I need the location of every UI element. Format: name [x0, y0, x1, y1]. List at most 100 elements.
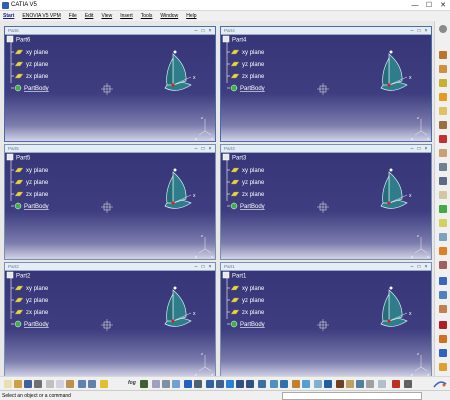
tree-plane-item[interactable]: yz plane — [242, 298, 265, 304]
3d-viewport[interactable]: Part2 xy plane yz plane zx plane PartBody x z x… — [5, 271, 215, 377]
tree-plane-item[interactable]: zx plane — [242, 310, 265, 316]
power-input-field[interactable] — [282, 392, 422, 400]
part-window[interactable]: Part1 – □ × Part1 xy plane yz plane zx plane Par… — [220, 262, 432, 378]
tree-part-name[interactable]: Part5 — [16, 156, 31, 162]
measure-between-icon[interactable] — [378, 380, 386, 388]
tree-part-name[interactable]: Part4 — [232, 38, 247, 44]
part-window-close-button[interactable]: × — [423, 146, 429, 152]
part-window-maximize-button[interactable]: □ — [416, 146, 422, 152]
menu-window[interactable]: Window — [160, 11, 178, 21]
part-window-minimize-button[interactable]: – — [193, 28, 199, 34]
constraint-icon[interactable] — [404, 380, 412, 388]
3d-viewport[interactable]: Part4 xy plane yz plane zx plane PartBody x z x… — [221, 35, 431, 141]
tree-part-body[interactable]: PartBody — [240, 204, 265, 210]
formula-tool-icon[interactable] — [439, 363, 447, 371]
point-tool-icon[interactable] — [439, 305, 447, 313]
part-window[interactable]: Part5– □ × Part5 xy plane yz plane zx plane Par… — [4, 144, 216, 260]
part-window-close-button[interactable]: × — [207, 28, 213, 34]
menu-view[interactable]: View — [101, 11, 112, 21]
part-window[interactable]: Part4– □ × Part4 xy plane yz plane zx plane Par… — [220, 26, 432, 142]
fog-toggle[interactable]: fog — [128, 380, 136, 386]
measure-tool-icon[interactable] — [439, 321, 447, 329]
tree-part-body[interactable]: PartBody — [240, 86, 265, 92]
part-window[interactable]: Part6– □ × Part6 xy plane yz plane zx plane Par… — [4, 26, 216, 142]
part-window-close-button[interactable]: × — [207, 264, 213, 270]
tree-part-name[interactable]: Part1 — [232, 274, 247, 280]
part-window[interactable]: Part2 – □ × Part2 xy plane yz plane zx plane Par… — [4, 262, 216, 378]
groove-tool-icon[interactable] — [439, 93, 447, 101]
shading-edges-icon[interactable] — [302, 380, 310, 388]
move-icon[interactable] — [226, 380, 234, 388]
rotate-icon[interactable] — [216, 380, 224, 388]
part-window-titlebar[interactable]: Part3 – □ × — [221, 145, 431, 153]
print-icon[interactable] — [34, 380, 42, 388]
hide-show-icon[interactable] — [314, 380, 322, 388]
3d-viewport[interactable]: Part6 xy plane yz plane zx plane PartBody x z x… — [5, 35, 215, 141]
part-window-minimize-button[interactable]: – — [193, 146, 199, 152]
draft-tool-icon[interactable] — [439, 177, 447, 185]
menu-enovia[interactable]: ENOVIA V5 VPM — [22, 11, 60, 21]
tree-part-body[interactable]: PartBody — [24, 204, 49, 210]
redo-icon[interactable] — [88, 380, 96, 388]
tree-plane-item[interactable]: yz plane — [26, 62, 49, 68]
snapshot-icon[interactable] — [140, 380, 148, 388]
tree-plane-item[interactable]: zx plane — [242, 74, 265, 80]
tree-part-body[interactable]: PartBody — [24, 86, 49, 92]
tree-plane-item[interactable]: xy plane — [242, 168, 265, 174]
maximize-button[interactable]: ☐ — [422, 0, 436, 11]
walk-mode-icon[interactable] — [162, 380, 170, 388]
part-window-maximize-button[interactable]: □ — [416, 28, 422, 34]
normal-view-icon[interactable] — [258, 380, 266, 388]
menu-tools[interactable]: Tools — [141, 11, 153, 21]
tree-plane-item[interactable]: yz plane — [26, 298, 49, 304]
apply-material-icon[interactable] — [439, 335, 447, 343]
tree-plane-item[interactable]: xy plane — [242, 286, 265, 292]
pad-tool-icon[interactable] — [439, 51, 447, 59]
tree-plane-item[interactable]: yz plane — [242, 62, 265, 68]
part-window-minimize-button[interactable]: – — [409, 146, 415, 152]
shaft-tool-icon[interactable] — [439, 79, 447, 87]
pocket-tool-icon[interactable] — [439, 65, 447, 73]
part-window-minimize-button[interactable]: – — [193, 264, 199, 270]
shell-tool-icon[interactable] — [439, 191, 447, 199]
menu-edit[interactable]: Edit — [85, 11, 94, 21]
swap-space-icon[interactable] — [324, 380, 332, 388]
tree-part-name[interactable]: Part3 — [232, 156, 247, 162]
fly-mode-icon[interactable] — [152, 380, 160, 388]
menu-insert[interactable]: Insert — [120, 11, 133, 21]
tree-plane-item[interactable]: zx plane — [26, 192, 49, 198]
part-window-close-button[interactable]: × — [207, 146, 213, 152]
tree-plane-item[interactable]: zx plane — [26, 310, 49, 316]
menu-start[interactable]: Start — [3, 11, 14, 21]
tree-plane-item[interactable]: zx plane — [242, 192, 265, 198]
copy-icon[interactable] — [56, 380, 64, 388]
tree-part-name[interactable]: Part2 — [16, 274, 31, 280]
multi-view-icon[interactable] — [270, 380, 278, 388]
tree-plane-item[interactable]: zx plane — [26, 74, 49, 80]
tree-part-name[interactable]: Part6 — [16, 38, 31, 44]
3d-viewport[interactable]: Part5 xy plane yz plane zx plane PartBody x z x… — [5, 153, 215, 259]
part-window-titlebar[interactable]: Part4 – □ × — [221, 27, 431, 35]
plane-tool-icon[interactable] — [439, 291, 447, 299]
update-icon[interactable] — [392, 380, 400, 388]
part-window[interactable]: Part3– □ × Part3 xy plane yz plane zx plane Par… — [220, 144, 432, 260]
tree-plane-item[interactable]: xy plane — [26, 168, 49, 174]
part-window-maximize-button[interactable]: □ — [200, 28, 206, 34]
turn-head-icon[interactable] — [172, 380, 180, 388]
chamfer-tool-icon[interactable] — [439, 163, 447, 171]
layer-icon[interactable] — [356, 380, 364, 388]
zoom-area-icon[interactable] — [194, 380, 202, 388]
tree-plane-item[interactable]: xy plane — [26, 286, 49, 292]
part-window-minimize-button[interactable]: – — [409, 264, 415, 270]
part-window-maximize-button[interactable]: □ — [200, 146, 206, 152]
sketcher-tool-icon[interactable] — [439, 25, 447, 33]
tree-part-body[interactable]: PartBody — [24, 322, 49, 328]
close-button[interactable]: ✕ — [436, 0, 450, 11]
fillet-tool-icon[interactable] — [439, 149, 447, 157]
menu-file[interactable]: File — [69, 11, 77, 21]
part-window-titlebar[interactable]: Part6 – □ × — [5, 27, 215, 35]
knowledge-tool-icon[interactable] — [439, 349, 447, 357]
tree-plane-item[interactable]: yz plane — [242, 180, 265, 186]
3d-viewport[interactable]: Part1 xy plane yz plane zx plane PartBody x z x… — [221, 271, 431, 377]
thickness-tool-icon[interactable] — [439, 205, 447, 213]
